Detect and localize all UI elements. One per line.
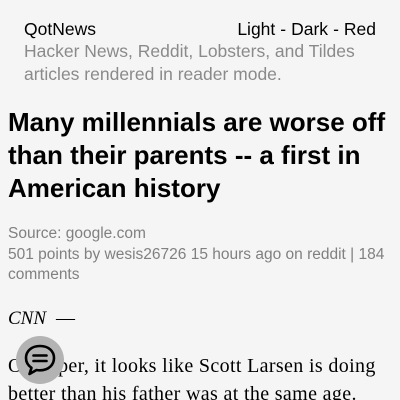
article-meta: Source: google.com 501 points by wesis26… — [8, 224, 392, 286]
author-name: wesis26726 — [104, 245, 187, 263]
theme-switcher: Light - Dark - Red — [237, 19, 376, 39]
article-byline: CNN — — [8, 308, 392, 330]
points-text: 501 points by — [8, 245, 101, 263]
site-header: QotNews Light - Dark - Red Hacker News, Redd… — [0, 0, 400, 86]
site-tagline: Hacker News, Reddit, Lobsters, and Tilde… — [24, 41, 355, 84]
source-link[interactable]: google.com — [66, 225, 146, 242]
source-line: Source: google.com — [8, 225, 146, 242]
theme-red-link[interactable]: Red — [344, 19, 376, 39]
header-row: QotNews Light - Dark - Red — [24, 18, 376, 40]
article-title: Many millennials are worse off than thei… — [8, 107, 386, 203]
theme-light-link[interactable]: Light — [237, 19, 275, 39]
byline-source: CNN — [8, 307, 47, 329]
site-link[interactable]: reddit — [307, 246, 346, 263]
time-text: 15 hours ago on — [190, 245, 303, 263]
comments-bubble-icon — [24, 344, 56, 376]
theme-dark-link[interactable]: Dark — [291, 19, 328, 39]
comments-button[interactable] — [16, 336, 64, 384]
byline-dash: — — [56, 307, 76, 329]
stats-line: 501 points by wesis26726 15 hours ago on… — [8, 245, 385, 284]
article-body: On paper, it looks like Scott Larsen is … — [8, 354, 376, 400]
brand-link[interactable]: QotNews — [24, 18, 96, 40]
